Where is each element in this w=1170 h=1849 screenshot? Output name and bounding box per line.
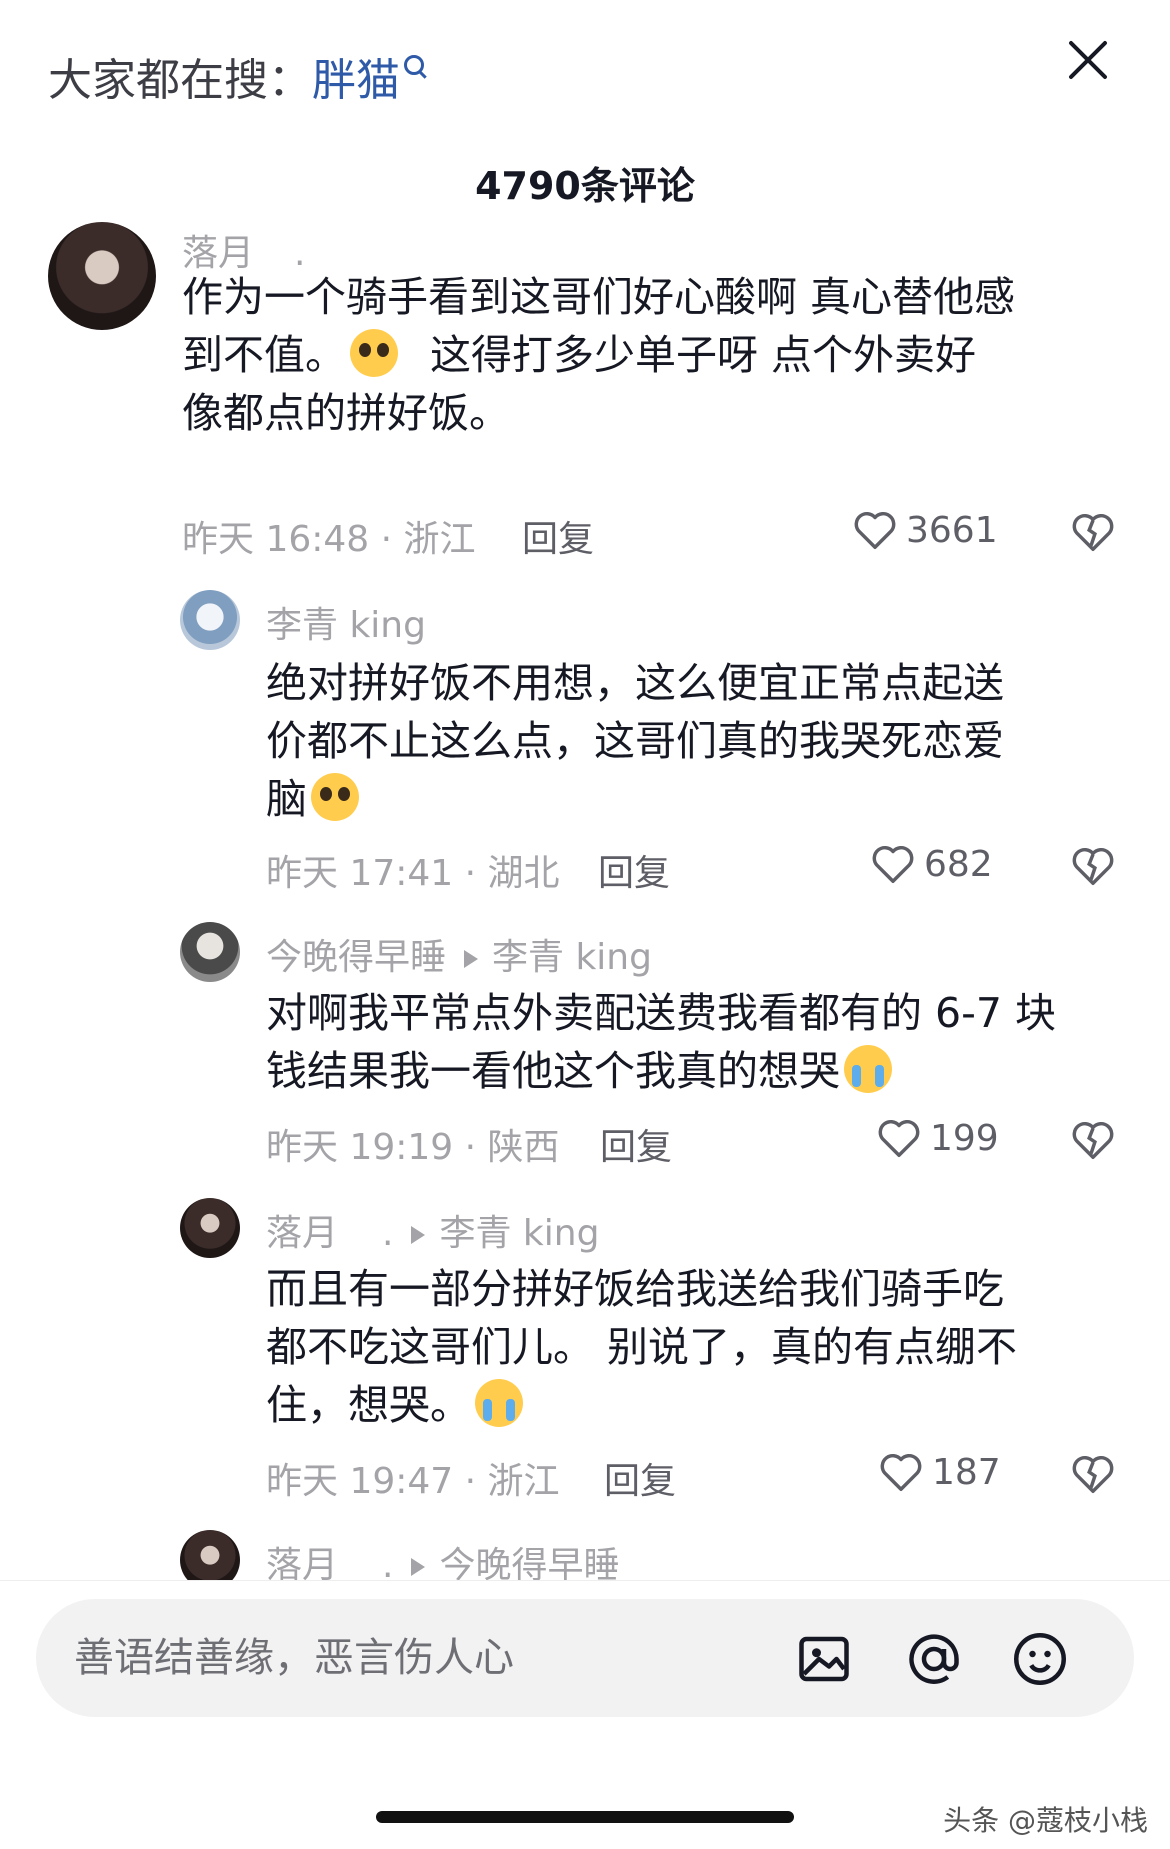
avatar[interactable]: [180, 1198, 240, 1258]
comment-time-location: 昨天 16:48 · 浙江: [182, 519, 476, 560]
comment-text: 绝对拼好饭不用想，这么便宜正常点起送 价都不止这么点，这哥们真的我哭死恋爱 脑: [266, 659, 1004, 823]
dislike-icon[interactable]: [1070, 844, 1116, 888]
like-count: 682: [924, 844, 993, 885]
crying-face-emoji-icon: [475, 1379, 523, 1427]
comment-count: 4790条评论: [475, 164, 695, 208]
comment-input-container: [36, 1599, 1134, 1717]
comment-input-bar: 头条 @蔻枝小栈: [0, 1580, 1170, 1849]
heart-icon: [872, 846, 914, 883]
comment-text: 对啊我平常点外卖配送费我看都有的 6-7 块 钱结果我一看他这个我真的想哭: [266, 989, 1057, 1095]
search-prefix: 大家都在搜：: [48, 55, 312, 106]
like-count: 199: [930, 1118, 999, 1159]
comment-text: 作为一个骑手看到这哥们好心酸啊 真心替他感 到不值。 这得打多少单子呀 点个外卖好…: [182, 273, 1016, 437]
comment-time-location: 昨天 19:47 · 浙江: [266, 1461, 560, 1502]
pleading-face-emoji-icon: [350, 329, 398, 377]
comment-time-location: 昨天 17:41 · 湖北: [266, 853, 560, 894]
home-indicator[interactable]: [376, 1811, 794, 1823]
like-button[interactable]: 187: [878, 1450, 1001, 1494]
like-button[interactable]: 3661: [852, 508, 998, 552]
reply-arrow-icon: [464, 950, 479, 968]
reply-to-user: 今晚得早睡: [439, 1545, 620, 1580]
top-bar: 大家都在搜：胖猫 4790条评论: [0, 0, 1170, 208]
reply-to-user: 李青 king: [492, 937, 652, 978]
heart-icon: [880, 1454, 922, 1491]
avatar[interactable]: [180, 590, 240, 650]
like-count: 187: [932, 1452, 1001, 1493]
mention-icon[interactable]: [904, 1629, 964, 1689]
crying-face-emoji-icon: [844, 1045, 892, 1093]
reply-arrow-icon: [411, 1558, 426, 1576]
avatar[interactable]: [180, 1530, 240, 1580]
image-icon[interactable]: [794, 1629, 854, 1689]
like-button[interactable]: 682: [870, 842, 993, 886]
reply-to-user: 李青 king: [439, 1213, 600, 1254]
like-button[interactable]: 199: [876, 1116, 999, 1160]
reply-button[interactable]: 回复: [600, 1118, 672, 1170]
like-count: 3661: [906, 510, 998, 551]
comment-reply-item: 落月. 今晚得早睡: [0, 1530, 1170, 1580]
comment-author[interactable]: 落月. 今晚得早睡: [266, 1536, 619, 1580]
comment-text: 而且有一部分拼好饭给我送给我们骑手吃 都不吃这哥们儿。 别说了，真的有点绷不 住…: [266, 1265, 1018, 1429]
search-icon: [404, 55, 424, 75]
dislike-icon[interactable]: [1070, 510, 1116, 554]
close-icon[interactable]: [1058, 30, 1118, 90]
comment-time-location: 昨天 19:19 · 陕西: [266, 1127, 560, 1168]
pleading-face-emoji-icon: [311, 773, 359, 821]
reply-button[interactable]: 回复: [522, 510, 594, 562]
reply-button[interactable]: 回复: [604, 1452, 676, 1504]
heart-icon: [854, 512, 896, 549]
search-suggestion[interactable]: 大家都在搜：胖猫: [48, 44, 424, 108]
comment-author[interactable]: 落月. 李青 king: [266, 1204, 599, 1256]
dislike-icon[interactable]: [1070, 1118, 1116, 1162]
watermark: 头条 @蔻枝小栈: [943, 1804, 1148, 1837]
dislike-icon[interactable]: [1070, 1452, 1116, 1496]
search-keyword[interactable]: 胖猫: [312, 55, 400, 106]
reply-arrow-icon: [411, 1226, 426, 1244]
emoji-icon[interactable]: [1010, 1629, 1070, 1689]
avatar[interactable]: [48, 222, 156, 330]
comment-author[interactable]: 今晚得早睡 李青 king: [266, 928, 652, 980]
avatar[interactable]: [180, 922, 240, 982]
reply-button[interactable]: 回复: [598, 844, 670, 896]
comment-author[interactable]: 李青 king: [266, 596, 426, 648]
heart-icon: [878, 1120, 920, 1157]
comment-input[interactable]: [72, 1627, 756, 1689]
